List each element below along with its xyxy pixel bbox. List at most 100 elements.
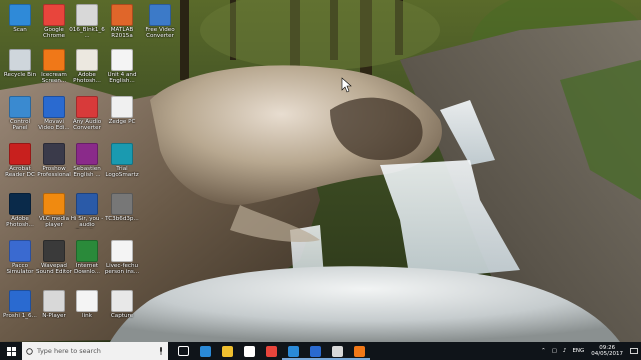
desktop-icon[interactable]: Unit 4 and English... xyxy=(104,49,140,85)
desktop-icon-label: Unit 4 and English... xyxy=(107,72,137,85)
desktop-icon[interactable]: Free Video Converter xyxy=(142,4,178,40)
desktop-icon-label: Livec-fechu person ins... xyxy=(104,263,140,276)
desktop-icon[interactable]: Google Chrome xyxy=(36,4,72,40)
desktop-icon[interactable]: Hi Sir, you - audio Equali... xyxy=(69,193,105,229)
desktop-icon-label: Scan xyxy=(13,27,27,33)
desktop-icon-label: Internet Downlo... xyxy=(73,263,101,276)
desktop-icon[interactable]: VLC media player xyxy=(36,193,72,229)
document-icon xyxy=(76,4,98,26)
chrome-icon xyxy=(43,4,65,26)
action-center-button[interactable] xyxy=(627,347,641,355)
desktop-icon[interactable]: Scan xyxy=(2,4,38,33)
pdf-icon xyxy=(111,49,133,71)
desktop-icon[interactable]: Proshow Professional xyxy=(36,143,72,179)
desktop-icon-label: Sebastien English ... xyxy=(73,166,101,179)
zedge-icon xyxy=(111,96,133,118)
acrobat-icon xyxy=(9,143,31,165)
volume-icon[interactable]: ♪ xyxy=(563,348,567,354)
start-button[interactable] xyxy=(0,342,22,360)
desktop-icon-label: Proshow Professional xyxy=(37,166,71,179)
desktop-icon[interactable]: Pacco Simulator xyxy=(2,240,38,276)
desktop-icon-label: Adobe Photosh... xyxy=(6,216,34,229)
edge-icon xyxy=(199,345,211,357)
desktop-icon-label: Hi Sir, you - audio Equali... xyxy=(70,216,104,229)
taskbar: Type here to search ⌃ ▢ ♪ ENG 09:26 04/0… xyxy=(0,342,641,360)
keyboard-language[interactable]: ENG xyxy=(572,348,584,354)
desktop-icon[interactable]: Recycle Bin xyxy=(2,49,38,78)
desktop-icon[interactable]: link xyxy=(69,290,105,319)
taskbar-app-movavi[interactable] xyxy=(304,342,326,360)
desktop-icon-label: 016_Blnk1_6... xyxy=(69,27,105,40)
audio-converter-icon xyxy=(76,96,98,118)
desktop-icon[interactable]: Sebastien English ... xyxy=(69,143,105,179)
desktop-icon[interactable]: Livec-fechu person ins... xyxy=(104,240,140,276)
taskbar-clock[interactable]: 09:26 04/05/2017 xyxy=(591,345,623,358)
desktop-icon-label: Adobe Photosh... xyxy=(73,72,101,85)
desktop-icon[interactable]: MATLAB R2015a xyxy=(104,4,140,40)
desktop-icon[interactable]: TC3b6d3p... xyxy=(104,193,140,222)
search-icon xyxy=(26,347,33,355)
recycle-bin-icon xyxy=(9,49,31,71)
taskbar-app-kmplayer[interactable] xyxy=(326,342,348,360)
desktop-icon[interactable]: Capture xyxy=(104,290,140,319)
taskbar-app-edge[interactable] xyxy=(194,342,216,360)
desktop-icon-label: Movavi Video Edi... xyxy=(38,119,70,132)
desktop-icon[interactable]: Any Audio Converter xyxy=(69,96,105,132)
store-icon xyxy=(243,345,255,357)
desktop-icon[interactable]: Proshi 1_6... xyxy=(2,290,38,319)
desktop-icon-label: Zedge PC xyxy=(108,119,136,125)
app-icon xyxy=(9,290,31,312)
movavi-icon xyxy=(43,96,65,118)
taskbar-app-chrome[interactable] xyxy=(260,342,282,360)
taskbar-search-box[interactable]: Type here to search xyxy=(22,342,168,360)
icecream-icon xyxy=(43,49,65,71)
windows-logo-icon xyxy=(6,346,16,356)
task-view-icon xyxy=(177,346,189,356)
desktop-icon[interactable]: Adobe Photosh... xyxy=(69,49,105,85)
desktop-icon-label: TC3b6d3p... xyxy=(105,216,139,222)
desktop-icon-label: Proshi 1_6... xyxy=(3,313,37,319)
capture-icon xyxy=(111,290,133,312)
desktop-icon-label: Google Chrome xyxy=(43,27,65,40)
desktop-icon-label: Any Audio Converter xyxy=(72,119,102,132)
taskbar-app-icecream[interactable] xyxy=(348,342,370,360)
pdf-doc-icon xyxy=(111,240,133,262)
show-hidden-icons-chevron-icon[interactable]: ⌃ xyxy=(541,348,546,354)
desktop-icon[interactable]: Wavepad Sound Editor xyxy=(36,240,72,276)
text-file-icon xyxy=(76,290,98,312)
desktop-icon-label: Control Panel xyxy=(9,119,31,132)
photos-icon xyxy=(287,345,299,357)
taskbar-app-file-explorer[interactable] xyxy=(216,342,238,360)
taskbar-app-store[interactable] xyxy=(238,342,260,360)
desktop-icon-label: Recycle Bin xyxy=(3,72,37,78)
word-icon xyxy=(76,193,98,215)
taskbar-app-photos[interactable] xyxy=(282,342,304,360)
kmplayer-icon xyxy=(331,345,343,357)
desktop-icon[interactable]: Trial LogoSmartz xyxy=(104,143,140,179)
desktop-icon-label: Free Video Converter xyxy=(145,27,175,40)
desktop-icon[interactable]: Movavi Video Edi... xyxy=(36,96,72,132)
desktop-icon[interactable]: N-Player xyxy=(36,290,72,319)
desktop-icon[interactable]: Acrobat Reader DC xyxy=(2,143,38,179)
desktop-icon[interactable]: Internet Downlo... xyxy=(69,240,105,276)
desktop-icon[interactable]: Icecream Screen... xyxy=(36,49,72,85)
desktop-icon-label: Wavepad Sound Editor xyxy=(36,263,72,276)
network-icon[interactable]: ▢ xyxy=(552,348,557,354)
taskbar-app-task-view[interactable] xyxy=(172,342,194,360)
kmplayer-icon xyxy=(43,290,65,312)
scan-folder-icon xyxy=(9,4,31,26)
desktop-icon-label: Trial LogoSmartz xyxy=(105,166,139,179)
desktop-icon-label: Pacco Simulator xyxy=(6,263,34,276)
proshow-icon xyxy=(43,143,65,165)
desktop-icon[interactable]: 016_Blnk1_6... xyxy=(69,4,105,40)
simulator-icon xyxy=(9,240,31,262)
matlab-icon xyxy=(111,4,133,26)
microphone-icon[interactable] xyxy=(158,347,164,355)
video-converter-icon xyxy=(149,4,171,26)
desktop-icon[interactable]: Adobe Photosh... xyxy=(2,193,38,229)
clock-date: 04/05/2017 xyxy=(591,351,623,357)
desktop-icon[interactable]: Zedge PC xyxy=(104,96,140,125)
idm-icon xyxy=(76,240,98,262)
desktop-icon-label: Icecream Screen... xyxy=(41,72,67,85)
desktop-icon[interactable]: Control Panel xyxy=(2,96,38,132)
